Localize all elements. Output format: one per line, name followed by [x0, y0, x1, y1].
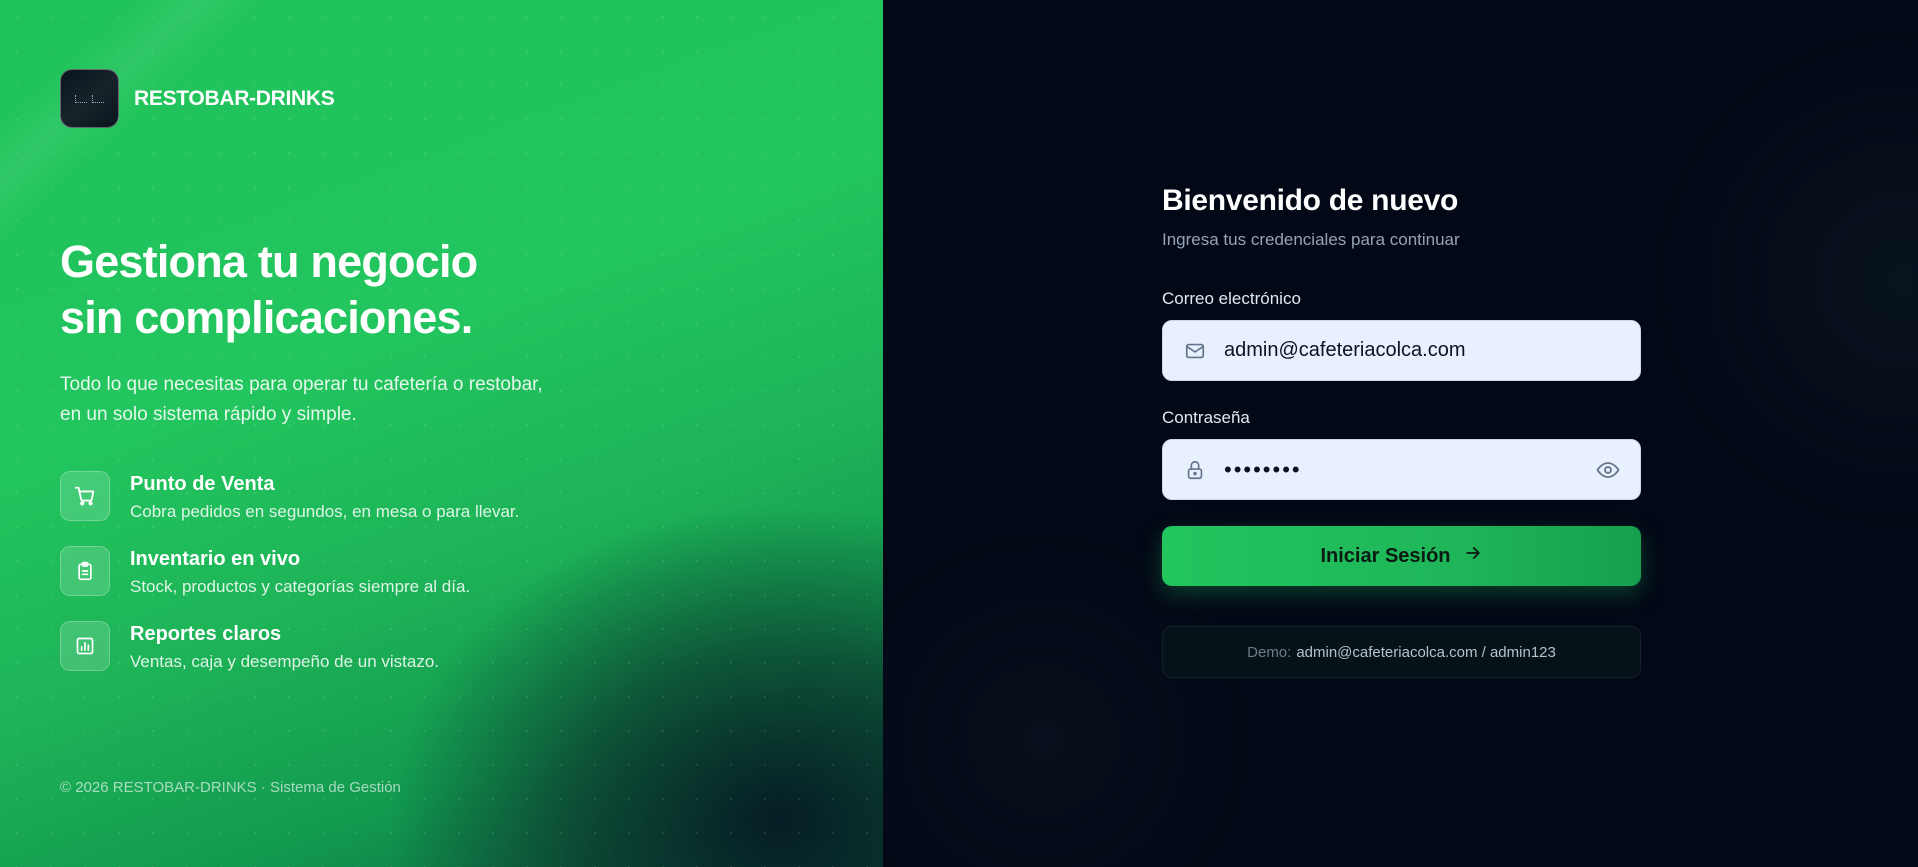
email-value: admin@cafeteriacolca.com	[1224, 339, 1466, 361]
demo-credentials: Demo: admin@cafeteriacolca.com / admin12…	[1162, 626, 1641, 678]
feature-list: Punto de Venta Cobra pedidos en segundos…	[60, 471, 519, 696]
hero-title: Gestiona tu negocio sin complicaciones.	[60, 234, 543, 346]
hero-subtitle-line-1: Todo lo que necesitas para operar tu caf…	[60, 374, 543, 395]
shopping-cart-icon	[60, 471, 110, 521]
bar-chart-icon	[60, 621, 110, 671]
password-field[interactable]: ••••••••	[1162, 439, 1641, 500]
feature-description: Stock, productos y categorías siempre al…	[130, 577, 471, 596]
hero: Gestiona tu negocio sin complicaciones. …	[60, 234, 543, 430]
hero-subtitle-line-2: en un solo sistema rápido y simple.	[60, 404, 357, 425]
password-label: Contraseña	[1162, 408, 1250, 427]
footer-copyright: © 2026 RESTOBAR-DRINKS · Sistema de Gest…	[60, 779, 401, 796]
login-button-label: Iniciar Sesión	[1320, 544, 1451, 567]
login-panel: Bienvenido de nuevo Ingresa tus credenci…	[883, 0, 1918, 867]
feature-item: Reportes claros Ventas, caja y desempeño…	[60, 621, 519, 696]
mail-icon	[1183, 339, 1207, 363]
demo-label: Demo:	[1247, 643, 1292, 661]
feature-description: Cobra pedidos en segundos, en mesa o par…	[130, 502, 520, 521]
eye-icon[interactable]	[1596, 458, 1620, 482]
login-subtitle: Ingresa tus credenciales para continuar	[1162, 230, 1460, 249]
hero-title-line-2: sin complicaciones.	[60, 292, 473, 343]
login-form: Bienvenido de nuevo Ingresa tus credenci…	[1162, 184, 1641, 678]
feature-description: Ventas, caja y desempeño de un vistazo.	[130, 652, 440, 671]
login-title: Bienvenido de nuevo	[1162, 184, 1459, 217]
demo-value: admin@cafeteriacolca.com / admin123	[1296, 643, 1556, 661]
brand-logo	[60, 69, 119, 128]
brand-name: RESTOBAR-DRINKS	[134, 86, 335, 110]
clipboard-icon	[60, 546, 110, 596]
feature-title: Reportes claros	[130, 623, 282, 645]
feature-item: Punto de Venta Cobra pedidos en segundos…	[60, 471, 519, 546]
email-field[interactable]: admin@cafeteriacolca.com	[1162, 320, 1641, 381]
email-label: Correo electrónico	[1162, 289, 1301, 308]
arrow-right-icon	[1463, 543, 1483, 569]
login-button[interactable]: Iniciar Sesión	[1162, 526, 1641, 586]
feature-item: Inventario en vivo Stock, productos y ca…	[60, 546, 519, 621]
feature-title: Punto de Venta	[130, 473, 275, 495]
hero-title-line-1: Gestiona tu negocio	[60, 236, 478, 287]
brand: RESTOBAR-DRINKS	[60, 69, 335, 128]
lock-icon	[1183, 458, 1207, 482]
promo-panel: RESTOBAR-DRINKS Gestiona tu negocio sin …	[0, 0, 883, 867]
password-value: ••••••••	[1224, 456, 1302, 482]
hero-subtitle: Todo lo que necesitas para operar tu caf…	[60, 370, 543, 430]
feature-title: Inventario en vivo	[130, 548, 301, 570]
